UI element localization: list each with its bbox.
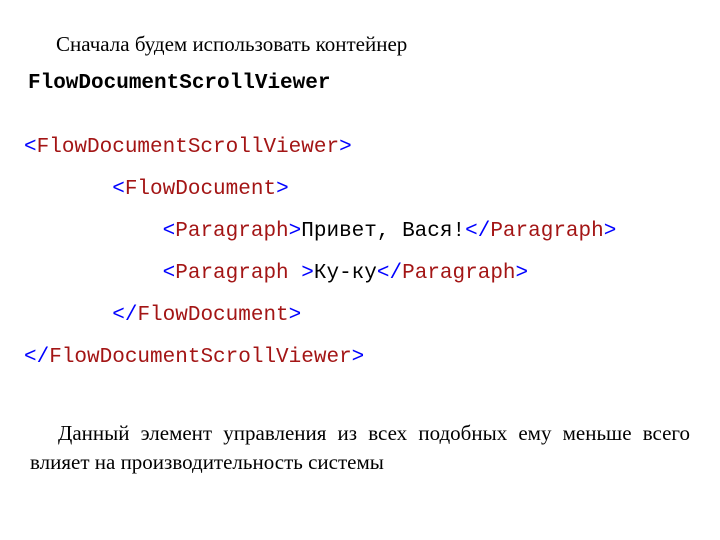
xml-tag: FlowDocument [125, 178, 276, 201]
code-line-2: <FlowDocument> [24, 178, 289, 201]
angle-bracket: > [289, 220, 302, 243]
intro-text: Сначала будем использовать контейнер [28, 30, 692, 58]
xml-tag: Paragraph [490, 220, 603, 243]
angle-bracket: </ [24, 346, 49, 369]
code-line-6: </FlowDocumentScrollViewer> [24, 346, 364, 369]
code-text: Привет, Вася! [301, 220, 465, 243]
angle-bracket: > [339, 136, 352, 159]
angle-bracket: > [352, 346, 365, 369]
angle-bracket: < [163, 262, 176, 285]
xml-tag: Paragraph [175, 262, 301, 285]
angle-bracket: </ [377, 262, 402, 285]
angle-bracket: </ [465, 220, 490, 243]
indent [24, 262, 163, 285]
code-block: <FlowDocumentScrollViewer> <FlowDocument… [24, 127, 692, 379]
angle-bracket: < [24, 136, 37, 159]
indent [24, 304, 112, 327]
angle-bracket: > [516, 262, 529, 285]
angle-bracket: > [276, 178, 289, 201]
xml-tag: Paragraph [175, 220, 288, 243]
angle-bracket: < [163, 220, 176, 243]
xml-tag: Paragraph [402, 262, 515, 285]
code-text: Ку-ку [314, 262, 377, 285]
angle-bracket: > [604, 220, 617, 243]
code-line-5: </FlowDocument> [24, 304, 301, 327]
code-line-3: <Paragraph>Привет, Вася!</Paragraph> [24, 220, 616, 243]
container-name-heading: FlowDocumentScrollViewer [28, 72, 692, 95]
angle-bracket: </ [112, 304, 137, 327]
document-page: Сначала будем использовать контейнер Flo… [0, 0, 720, 496]
indent [24, 220, 163, 243]
angle-bracket: > [289, 304, 302, 327]
code-line-1: <FlowDocumentScrollViewer> [24, 136, 352, 159]
angle-bracket: > [301, 262, 314, 285]
code-line-4: <Paragraph >Ку-ку</Paragraph> [24, 262, 528, 285]
angle-bracket: < [112, 178, 125, 201]
xml-tag: FlowDocumentScrollViewer [37, 136, 339, 159]
indent [24, 178, 112, 201]
xml-tag: FlowDocument [137, 304, 288, 327]
xml-tag: FlowDocumentScrollViewer [49, 346, 351, 369]
outro-text: Данный элемент управления из всех подобн… [28, 419, 692, 476]
